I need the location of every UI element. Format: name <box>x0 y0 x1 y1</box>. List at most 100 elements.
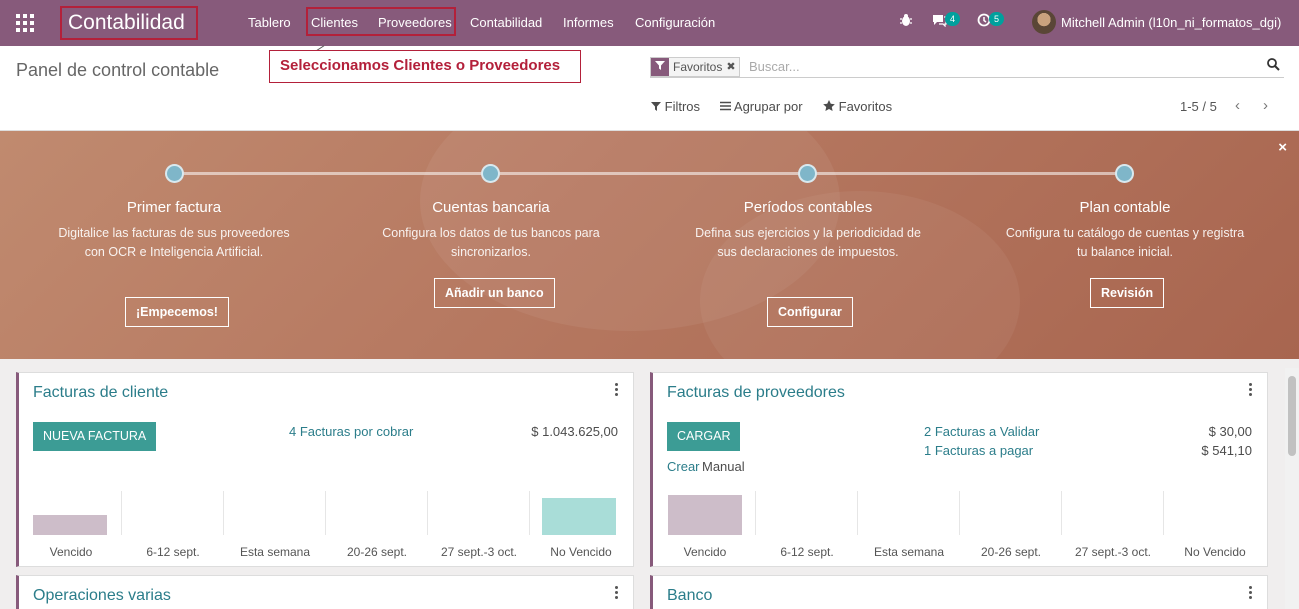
user-menu[interactable]: Mitchell Admin (l10n_ni_formatos_dgi) <box>1061 15 1281 30</box>
start-button[interactable]: ¡Empecemos! <box>125 297 229 327</box>
chart-gridline <box>755 491 756 535</box>
bar-not-due[interactable] <box>542 498 616 535</box>
misc-operations-card: Operaciones varias <box>16 575 634 609</box>
menu-highlight-annotation <box>306 7 456 36</box>
app-brand[interactable]: Contabilidad <box>60 6 198 40</box>
bar-overdue[interactable] <box>33 515 107 535</box>
chart-gridline <box>959 491 960 535</box>
onboarding-banner: × Primer factura Digitalice las facturas… <box>0 131 1299 359</box>
customer-invoices-card: Facturas de cliente NUEVA FACTURA 4 Fact… <box>16 372 634 567</box>
chart-label: 20-26 sept. <box>346 545 408 559</box>
step-dot-3 <box>798 164 817 183</box>
amount-to-collect: $ 1.043.625,00 <box>531 424 618 439</box>
menu-contabilidad[interactable]: Contabilidad <box>470 15 542 30</box>
bills-to-validate-link[interactable]: 2 Facturas a Validar <box>924 424 1039 439</box>
step-dot-2 <box>481 164 500 183</box>
chart-label: Esta semana <box>239 545 311 559</box>
filter-icon <box>651 102 661 111</box>
card-title[interactable]: Banco <box>667 587 712 605</box>
search-input[interactable]: Buscar... <box>749 59 800 74</box>
step-dot-4 <box>1115 164 1134 183</box>
chart-label: 27 sept.-3 oct. <box>440 545 518 559</box>
chart-gridline <box>857 491 858 535</box>
step-title: Períodos contables <box>743 199 873 216</box>
new-invoice-button[interactable]: NUEVA FACTURA <box>33 422 157 451</box>
step-description: Defina sus ejercicios y la periodicidad … <box>695 226 921 259</box>
search-facet: Favoritos ✖ <box>650 57 740 77</box>
step-title: Cuentas bancaria <box>432 199 550 216</box>
pager-next-icon[interactable]: › <box>1263 97 1268 114</box>
activities-count-badge: 5 <box>989 12 1005 26</box>
step-description: Digitalice las facturas de sus proveedor… <box>58 226 290 259</box>
debug-bug-icon[interactable] <box>899 13 913 30</box>
step-title: Plan contable <box>1079 199 1171 216</box>
search-icon[interactable] <box>1267 58 1280 71</box>
group-by-button[interactable]: Agrupar por <box>720 99 803 114</box>
bank-card: Banco <box>650 575 1268 609</box>
card-menu-icon[interactable] <box>1249 586 1253 599</box>
add-bank-button[interactable]: Añadir un banco <box>434 278 555 308</box>
menu-informes[interactable]: Informes <box>563 15 614 30</box>
search-bar[interactable]: Favoritos ✖ Buscar... <box>650 56 1284 78</box>
review-button[interactable]: Revisión <box>1090 278 1165 308</box>
card-title[interactable]: Operaciones varias <box>33 587 171 605</box>
chart-gridline <box>529 491 530 535</box>
configure-button[interactable]: Configurar <box>767 297 853 327</box>
create-manual-link[interactable]: Crear <box>667 459 700 474</box>
facet-remove-icon[interactable]: ✖ <box>726 58 739 76</box>
step-primer-factura: Primer factura Digitalice las facturas d… <box>54 199 294 262</box>
chart-label: Vencido <box>49 545 93 559</box>
apps-menu-icon[interactable] <box>16 14 34 32</box>
chart-gridline <box>121 491 122 535</box>
control-panel: Panel de control contable Seleccionamos … <box>0 45 1299 131</box>
upload-button[interactable]: CARGAR <box>667 422 741 451</box>
step-description: Configura los datos de tus bancos para s… <box>382 226 600 259</box>
chart-label: 20-26 sept. <box>980 545 1042 559</box>
group-by-label: Agrupar por <box>733 99 803 114</box>
scroll-thumb[interactable] <box>1288 376 1296 456</box>
chart-label: No Vencido <box>1184 545 1246 559</box>
filters-label: Filtros <box>664 99 701 114</box>
chart-label: 27 sept.-3 oct. <box>1074 545 1152 559</box>
filters-button[interactable]: Filtros <box>651 99 700 114</box>
invoices-to-collect-link[interactable]: 4 Facturas por cobrar <box>289 424 413 439</box>
chart-gridline <box>325 491 326 535</box>
vendor-bills-card: Facturas de proveedores CARGAR Crear Man… <box>650 372 1268 567</box>
step-periodos-contables: Períodos contables Defina sus ejercicios… <box>688 199 928 262</box>
user-avatar[interactable] <box>1032 10 1056 34</box>
card-title[interactable]: Facturas de cliente <box>33 384 168 402</box>
bar-overdue[interactable] <box>668 495 742 535</box>
chart-gridline <box>427 491 428 535</box>
chart-label: Esta semana <box>873 545 945 559</box>
star-icon <box>823 100 835 111</box>
messages-count-badge: 4 <box>945 12 961 26</box>
top-navbar: Contabilidad Tablero Clientes Proveedore… <box>0 0 1299 46</box>
bills-to-pay-link[interactable]: 1 Facturas a pagar <box>924 443 1033 458</box>
chart-gridline <box>1163 491 1164 535</box>
list-icon <box>720 101 731 111</box>
card-menu-icon[interactable] <box>1249 383 1253 396</box>
favorites-button[interactable]: Favoritos <box>823 99 892 114</box>
annotation-callout: Seleccionamos Clientes o Proveedores <box>269 50 581 83</box>
scrollbar[interactable] <box>1285 368 1299 609</box>
step-description: Configura tu catálogo de cuentas y regis… <box>1005 226 1245 259</box>
chart-label: No Vencido <box>550 545 612 559</box>
favorites-label: Favoritos <box>838 99 893 114</box>
step-cuentas-bancaria: Cuentas bancaria Configura los datos de … <box>371 199 611 262</box>
close-banner-icon[interactable]: × <box>1278 139 1287 156</box>
facet-label: Favoritos <box>669 58 727 76</box>
step-title: Primer factura <box>126 199 222 216</box>
pager-value[interactable]: 1-5 / 5 <box>1180 99 1217 114</box>
page-title: Panel de control contable <box>16 60 220 80</box>
menu-tablero[interactable]: Tablero <box>248 15 291 30</box>
manual-label: Manual <box>702 459 745 474</box>
chart-label: 6-12 sept. <box>146 545 200 559</box>
card-menu-icon[interactable] <box>615 586 619 599</box>
card-menu-icon[interactable] <box>615 383 619 396</box>
progress-line <box>174 172 1125 175</box>
pager-previous-icon[interactable]: ‹ <box>1235 97 1240 114</box>
menu-configuracion[interactable]: Configuración <box>635 15 715 30</box>
card-title[interactable]: Facturas de proveedores <box>667 384 845 402</box>
chart-gridline <box>223 491 224 535</box>
step-plan-contable: Plan contable Configura tu catálogo de c… <box>1005 199 1245 262</box>
